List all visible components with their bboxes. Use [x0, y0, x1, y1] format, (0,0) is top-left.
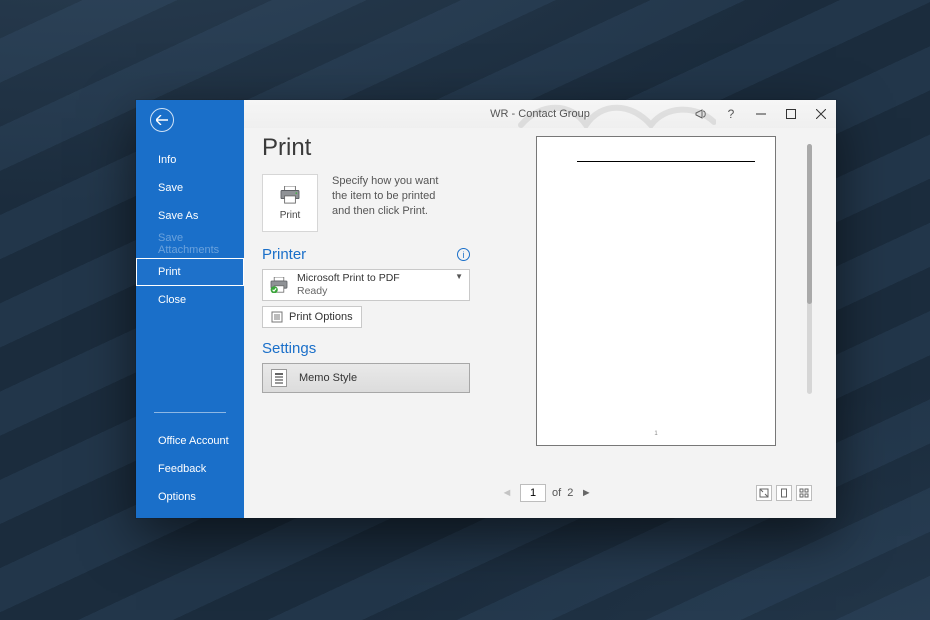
zoom-actual-icon: [759, 488, 769, 498]
print-button-label: Print: [280, 210, 301, 221]
main-area: Print Print Specify how you want the i: [244, 128, 836, 518]
sidebar-item-label: Print: [158, 266, 181, 278]
preview-area: 1 ◄ of 2 ►: [488, 128, 836, 518]
preview-page: 1: [536, 136, 776, 446]
sidebar-item-label: Close: [158, 294, 186, 306]
print-button[interactable]: Print: [262, 174, 318, 232]
titlebar-controls: ?: [686, 100, 836, 128]
megaphone-icon: [694, 107, 708, 121]
close-icon: [816, 109, 826, 119]
sidebar-footer: Office Account Feedback Options: [136, 421, 244, 511]
options-icon: [271, 311, 283, 323]
pager-prev: ◄: [500, 487, 514, 499]
maximize-button[interactable]: [776, 100, 806, 128]
printer-section-title: Printer: [262, 246, 306, 263]
zoom-multi-page-button[interactable]: [796, 485, 812, 501]
sidebar-item-label: Office Account: [158, 435, 229, 447]
preview-scrollbar[interactable]: [807, 144, 812, 394]
printer-icon: [279, 186, 301, 204]
printer-info-button[interactable]: i: [457, 248, 470, 261]
print-description: Specify how you want the item to be prin…: [332, 174, 456, 232]
printer-selector[interactable]: Microsoft Print to PDF Ready ▼: [262, 269, 470, 301]
page-title: Print: [262, 134, 470, 162]
outlook-print-backstage-window: Info Save Save As Save Attachments Print…: [136, 100, 836, 518]
sidebar-item-options[interactable]: Options: [136, 483, 244, 511]
printer-name: Microsoft Print to PDF: [297, 272, 400, 285]
sidebar-item-close[interactable]: Close: [136, 286, 244, 314]
sidebar-item-save-attachments: Save Attachments: [136, 230, 244, 258]
backstage-sidebar: Info Save Save As Save Attachments Print…: [136, 100, 244, 518]
print-options-button[interactable]: Print Options: [262, 306, 362, 328]
maximize-icon: [786, 109, 796, 119]
zoom-controls: [756, 485, 816, 501]
scrollbar-thumb[interactable]: [807, 144, 812, 304]
sidebar-item-label: Save As: [158, 210, 198, 222]
desktop-wallpaper: Info Save Save As Save Attachments Print…: [0, 0, 930, 620]
sidebar-item-feedback[interactable]: Feedback: [136, 455, 244, 483]
sidebar-nav: Info Save Save As Save Attachments Print…: [136, 140, 244, 314]
print-style-label: Memo Style: [299, 372, 357, 384]
pager-bar: ◄ of 2 ►: [496, 480, 816, 506]
close-button[interactable]: [806, 100, 836, 128]
back-row: [136, 100, 244, 140]
sidebar-item-save[interactable]: Save: [136, 174, 244, 202]
arrow-left-icon: [156, 115, 168, 125]
sidebar-item-label: Feedback: [158, 463, 206, 475]
preview-holder: 1: [496, 136, 816, 480]
sidebar-item-office-account[interactable]: Office Account: [136, 427, 244, 455]
chevron-down-icon: ▼: [455, 272, 463, 281]
pager-of-label: of: [552, 487, 561, 499]
help-button[interactable]: ?: [716, 100, 746, 128]
printer-status: Ready: [297, 285, 400, 298]
printer-section-head: Printer i: [262, 246, 470, 263]
titlebar: WR - Contact Group ?: [244, 100, 836, 128]
pager-next[interactable]: ►: [579, 487, 593, 499]
sidebar-item-label: Save Attachments: [158, 232, 244, 256]
info-icon: i: [463, 250, 465, 260]
zoom-multi-page-icon: [799, 488, 809, 498]
pager-current-input[interactable]: [520, 484, 546, 502]
settings-section-head: Settings: [262, 340, 470, 357]
print-options-label: Print Options: [289, 311, 353, 323]
back-button[interactable]: [150, 108, 174, 132]
help-icon: ?: [728, 107, 735, 121]
sidebar-item-info[interactable]: Info: [136, 146, 244, 174]
pager-total: 2: [567, 487, 573, 499]
zoom-one-page-button[interactable]: [776, 485, 792, 501]
preview-page-number: 1: [537, 431, 775, 437]
printer-ready-icon: [269, 277, 289, 293]
coming-soon-button[interactable]: [686, 100, 716, 128]
zoom-actual-button[interactable]: [756, 485, 772, 501]
settings-section-title: Settings: [262, 340, 316, 357]
sidebar-item-save-as[interactable]: Save As: [136, 202, 244, 230]
print-row: Print Specify how you want the item to b…: [262, 174, 470, 232]
sidebar-item-label: Info: [158, 154, 176, 166]
sidebar-separator: [154, 412, 226, 413]
sidebar-item-print[interactable]: Print: [136, 258, 244, 286]
sidebar-item-label: Save: [158, 182, 183, 194]
printer-texts: Microsoft Print to PDF Ready: [297, 272, 400, 298]
content-area: WR - Contact Group ?: [244, 100, 836, 518]
memo-style-icon: [271, 369, 287, 387]
minimize-button[interactable]: [746, 100, 776, 128]
preview-content-rule: [577, 161, 755, 162]
sidebar-item-label: Options: [158, 491, 196, 503]
zoom-one-page-icon: [779, 488, 789, 498]
print-style-selector[interactable]: Memo Style: [262, 363, 470, 393]
minimize-icon: [756, 109, 766, 119]
print-panel: Print Print Specify how you want the i: [244, 128, 488, 518]
